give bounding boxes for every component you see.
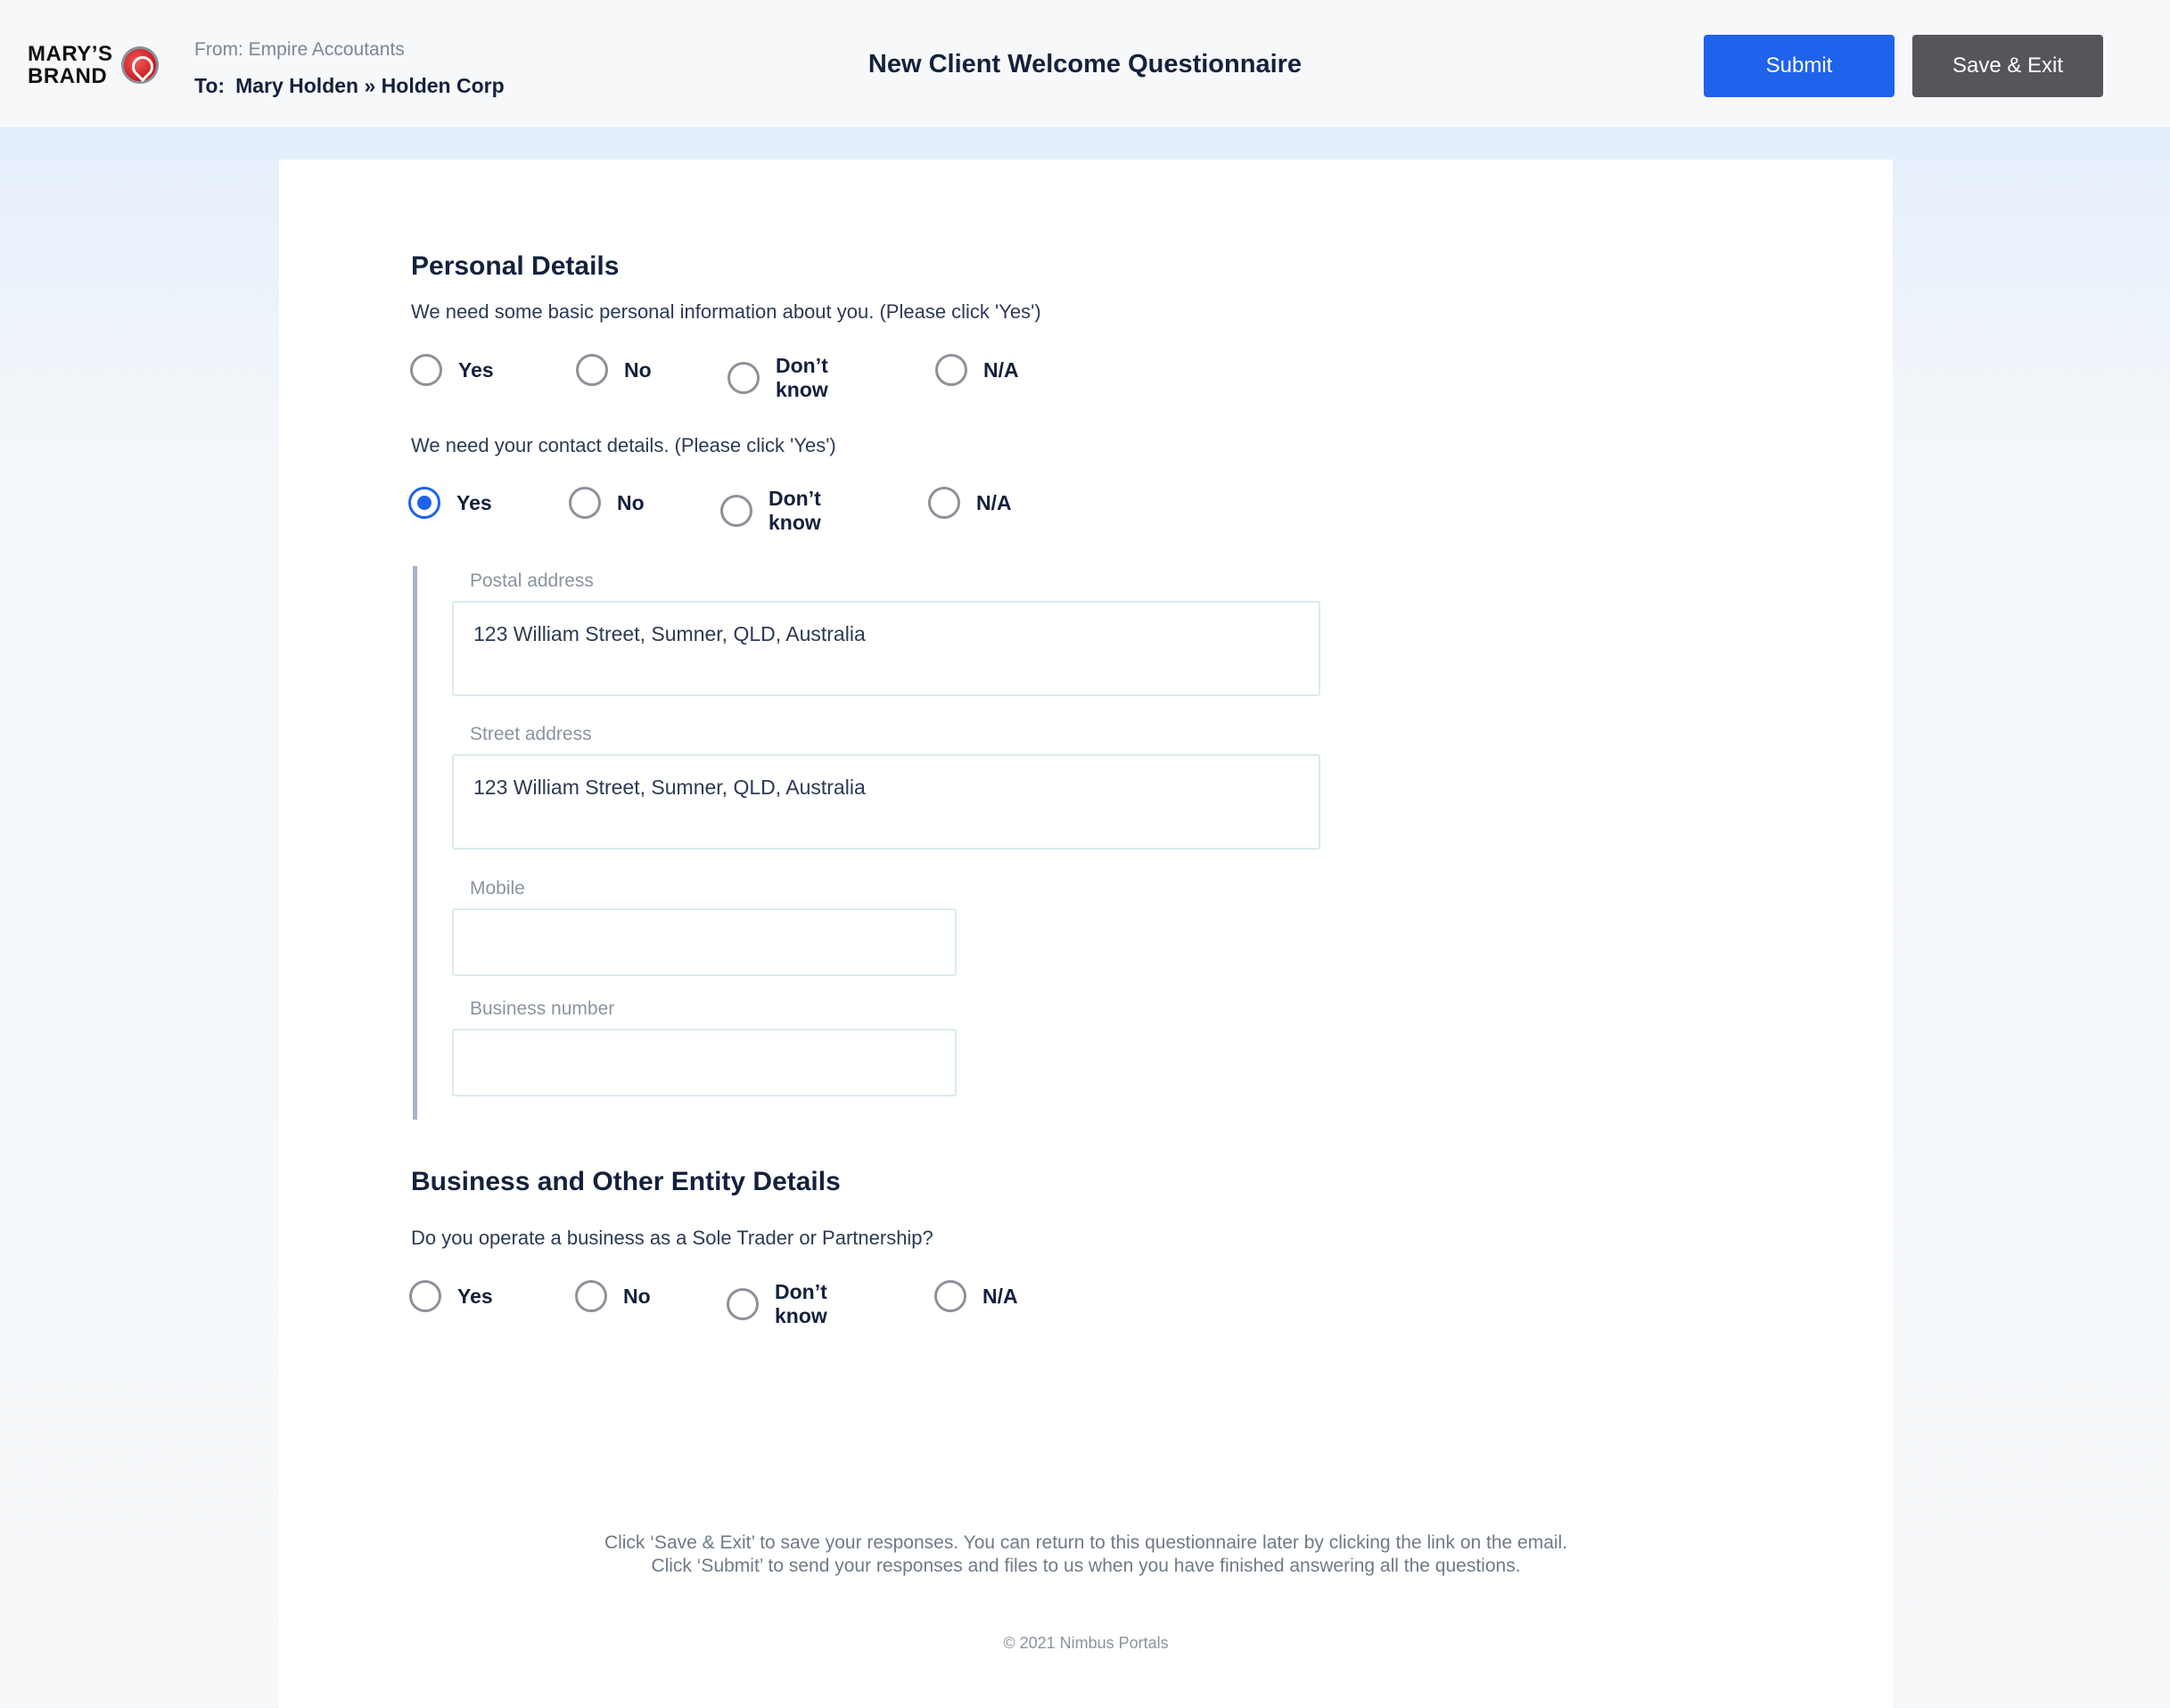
radio-circle-icon — [575, 1280, 607, 1312]
radio-na[interactable]: N/A — [934, 1280, 1018, 1312]
radio-label: Don’t know — [776, 354, 828, 401]
radio-checked-icon — [408, 487, 440, 519]
business-number-field[interactable] — [452, 1029, 957, 1096]
radio-no[interactable]: No — [569, 487, 645, 519]
radio-label: No — [617, 490, 645, 514]
radio-label: N/A — [982, 1284, 1018, 1308]
radio-label: Yes — [457, 1284, 493, 1308]
radio-circle-icon — [576, 354, 608, 386]
radio-yes[interactable]: Yes — [408, 487, 492, 519]
question-personal-info: We need some basic personal information … — [411, 300, 1041, 323]
radio-no[interactable]: No — [576, 354, 652, 386]
radio-label: N/A — [983, 357, 1019, 382]
radio-na[interactable]: N/A — [935, 354, 1019, 386]
mobile-field[interactable] — [452, 908, 957, 976]
radio-no[interactable]: No — [575, 1280, 651, 1312]
radio-circle-icon — [727, 1288, 759, 1320]
postal-address-field[interactable]: 123 William Street, Sumner, QLD, Austral… — [452, 601, 1320, 696]
top-bar: MARY’S BRAND From: Empire Accoutants To:… — [0, 0, 2170, 128]
street-address-label: Street address — [470, 724, 592, 744]
footer-note-line-1: Click ‘Save & Exit’ to save your respons… — [604, 1532, 1568, 1553]
business-number-label: Business number — [470, 998, 615, 1019]
radio-label: Don’t know — [769, 487, 821, 534]
radio-label: Yes — [458, 357, 494, 382]
radio-label: No — [623, 1284, 651, 1308]
radio-label: Yes — [456, 490, 492, 514]
radio-label: Don’t know — [775, 1280, 827, 1327]
mobile-label: Mobile — [470, 878, 525, 899]
footer-instructions: Click ‘Save & Exit’ to save your respons… — [279, 1531, 1893, 1578]
radio-circle-icon — [569, 487, 601, 519]
radio-yes[interactable]: Yes — [409, 1280, 493, 1312]
question-contact-details: We need your contact details. (Please cl… — [411, 434, 836, 456]
questionnaire-card: Personal Details We need some basic pers… — [279, 160, 1893, 1708]
save-exit-button[interactable]: Save & Exit — [1912, 35, 2103, 97]
street-address-field[interactable]: 123 William Street, Sumner, QLD, Austral… — [452, 754, 1320, 850]
radio-label: N/A — [976, 490, 1012, 514]
radio-circle-icon — [409, 1280, 441, 1312]
contact-subgroup-bar — [413, 566, 417, 1120]
submit-button[interactable]: Submit — [1704, 35, 1895, 97]
radio-circle-icon — [928, 487, 960, 519]
radio-circle-icon — [720, 495, 752, 527]
question-sole-trader: Do you operate a business as a Sole Trad… — [411, 1227, 933, 1249]
radio-circle-icon — [410, 354, 442, 386]
radio-dont-know[interactable]: Don’t know — [727, 354, 828, 402]
copyright: © 2021 Nimbus Portals — [1003, 1634, 1169, 1652]
radio-circle-icon — [935, 354, 967, 386]
radio-yes[interactable]: Yes — [410, 354, 494, 386]
section-title-business: Business and Other Entity Details — [411, 1167, 841, 1196]
radio-circle-icon — [934, 1280, 966, 1312]
radio-dont-know[interactable]: Don’t know — [727, 1280, 827, 1328]
section-title-personal: Personal Details — [411, 251, 620, 281]
radio-label: No — [624, 357, 652, 382]
radio-circle-icon — [727, 362, 760, 394]
radio-na[interactable]: N/A — [928, 487, 1012, 519]
footer-note-line-2: Click ‘Submit’ to send your responses an… — [651, 1556, 1521, 1576]
radio-dont-know[interactable]: Don’t know — [720, 487, 821, 535]
postal-address-label: Postal address — [470, 571, 594, 591]
